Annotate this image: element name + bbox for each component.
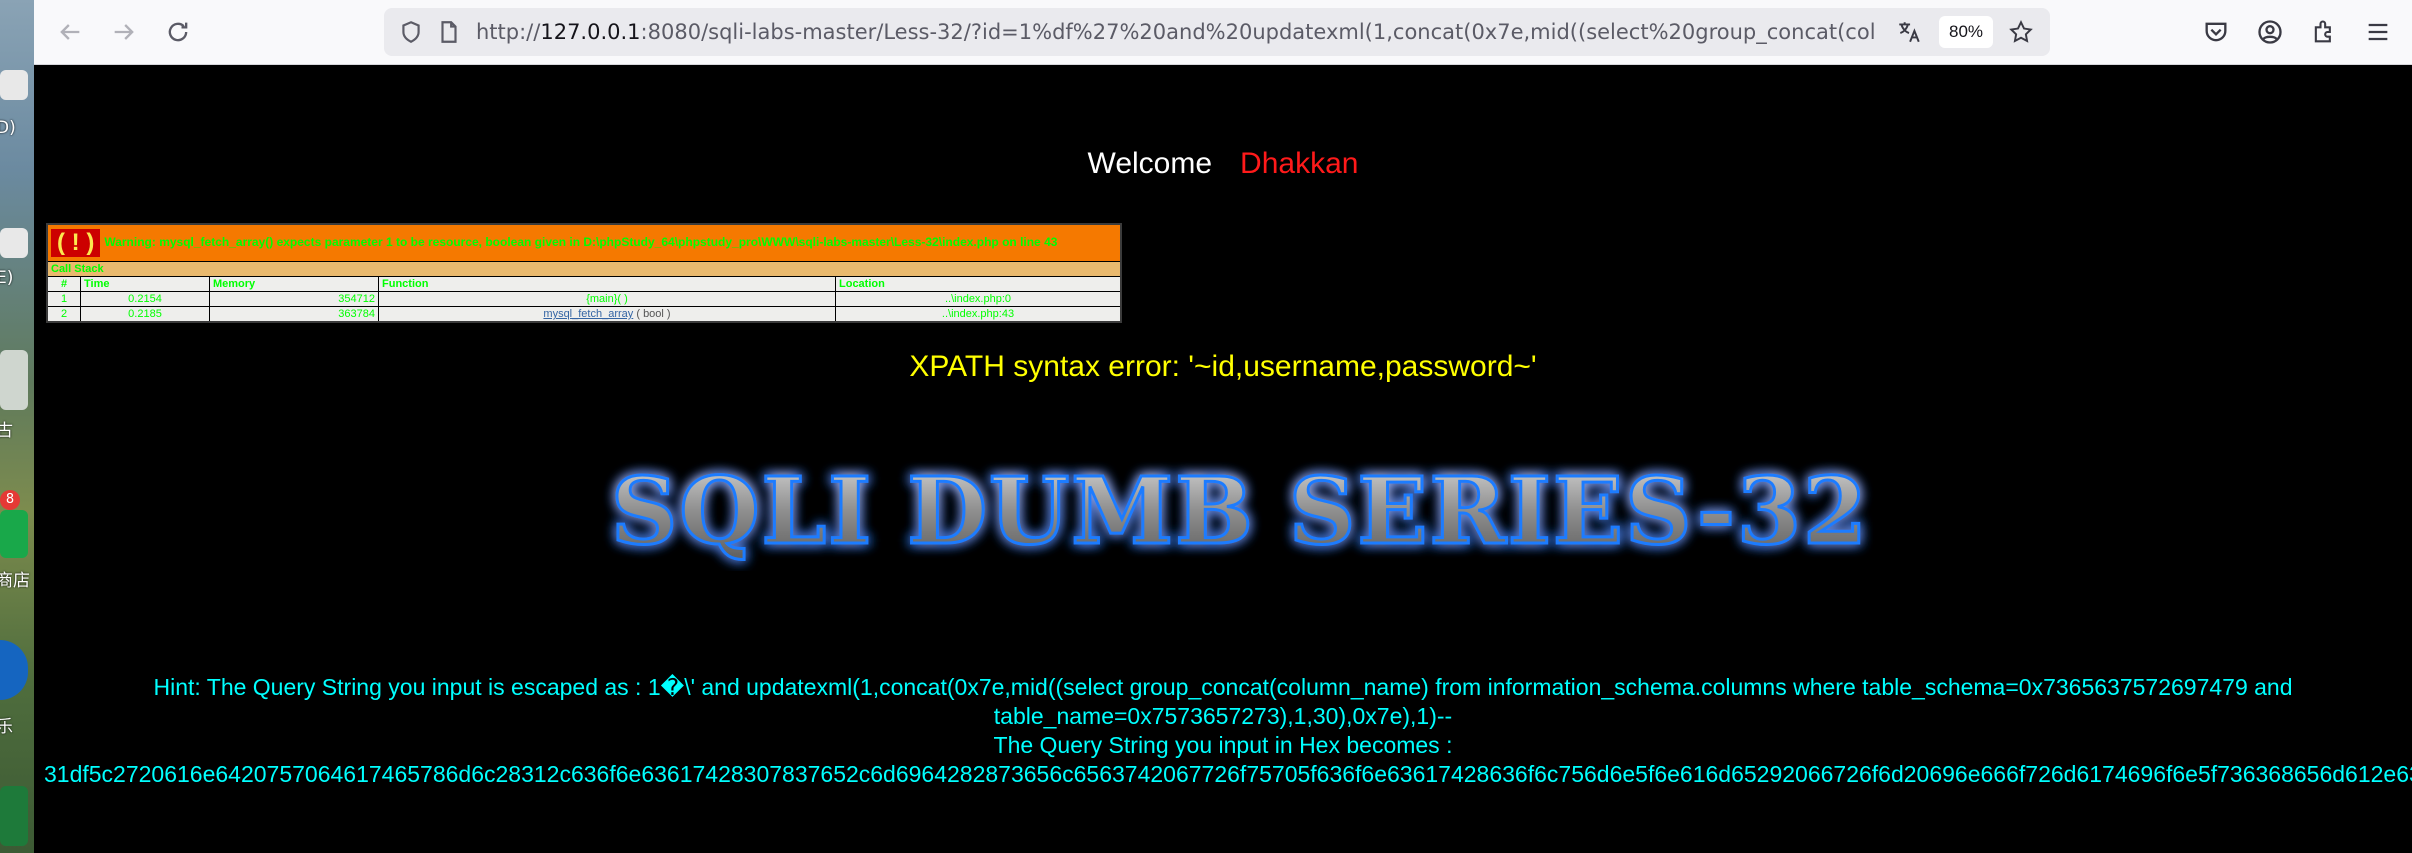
xdebug-error-table: ( ! ) Warning: mysql_fetch_array() expect… — [46, 223, 1122, 323]
xpath-error-message: XPATH syntax error: '~id,username,passwo… — [909, 350, 1537, 383]
series-banner-image: SQLI DUMB SERIES-32 — [609, 456, 1869, 567]
browser-toolbar: http://127.0.0.1:8080/sqli-labs-master/L… — [34, 0, 2412, 65]
reload-button[interactable] — [160, 14, 196, 50]
row-number: 1 — [46, 291, 81, 307]
function-arg: ( bool ) — [636, 308, 671, 320]
menu-icon[interactable] — [2364, 18, 2392, 46]
desktop-background: D) E) 古 8 商店 乐 — [0, 0, 34, 853]
extensions-icon[interactable] — [2310, 18, 2338, 46]
desktop-app-icon[interactable] — [0, 786, 28, 846]
desktop-shortcut-icon[interactable] — [0, 350, 28, 410]
row-time: 0.2154 — [80, 291, 210, 307]
welcome-text: Welcome — [1087, 147, 1213, 180]
notification-badge: 8 — [0, 490, 20, 510]
table-header-row: # Time Memory Function Location — [46, 276, 1122, 292]
row-time: 0.2185 — [80, 306, 210, 323]
desktop-file-icon[interactable] — [0, 228, 28, 258]
desktop-label: D) — [0, 118, 16, 138]
url-path: :8080/sqli-labs-master/Less-32/?id=1%df%… — [640, 20, 1876, 44]
row-location: ..\index.php:43 — [835, 306, 1122, 323]
warning-icon: ( ! ) — [51, 229, 101, 257]
row-memory: 363784 — [209, 306, 379, 323]
back-arrow-icon — [60, 24, 80, 40]
warning-header: ( ! ) Warning: mysql_fetch_array() expect… — [46, 223, 1122, 262]
reload-icon — [168, 22, 188, 42]
music-app-icon[interactable] — [0, 640, 28, 700]
store-app-icon[interactable] — [0, 510, 28, 558]
call-stack-label: Call Stack — [46, 261, 1122, 277]
hint-line: table_name=0x7573657273),1,30),0x7e),1)-… — [993, 703, 1453, 729]
desktop-label: 商店 — [0, 571, 30, 591]
account-icon[interactable] — [2256, 18, 2284, 46]
back-button[interactable] — [52, 14, 88, 50]
column-header: Time — [80, 276, 210, 292]
column-header: Memory — [209, 276, 379, 292]
url-text[interactable]: http://127.0.0.1:8080/sqli-labs-master/L… — [476, 8, 1876, 56]
column-header: Location — [835, 276, 1122, 292]
desktop-label: E) — [0, 268, 14, 288]
zoom-level-button[interactable]: 80% — [1939, 16, 1994, 48]
bookmark-star-icon[interactable] — [2008, 19, 2034, 45]
row-memory: 354712 — [209, 291, 379, 307]
row-function: mysql_fetch_array ( bool ) — [378, 306, 836, 323]
desktop-label: 乐 — [0, 717, 13, 737]
page-content: Welcome Dhakkan ( ! ) Warning: mysql_fetch… — [34, 65, 2412, 853]
pocket-icon[interactable] — [2202, 18, 2230, 46]
column-header: # — [46, 276, 81, 292]
welcome-line: Welcome Dhakkan — [34, 147, 2412, 181]
warning-message: Warning: mysql_fetch_array() expects par… — [104, 235, 1058, 250]
desktop-label: 古 — [0, 421, 13, 441]
shield-icon[interactable] — [398, 19, 424, 45]
url-scheme: http:// — [476, 20, 541, 44]
hint-line: Hint: The Query String you input is esca… — [153, 674, 2293, 700]
row-function: {main}( ) — [378, 291, 836, 307]
hint-block: Hint: The Query String you input is esca… — [34, 673, 2412, 760]
table-row: 2 0.2185 363784 mysql_fetch_array ( bool… — [46, 306, 1122, 323]
column-header: Function — [378, 276, 836, 292]
forward-arrow-icon — [114, 24, 134, 40]
hex-label: The Query String you input in Hex become… — [993, 732, 1453, 758]
page-info-icon[interactable] — [436, 19, 462, 45]
address-bar[interactable]: http://127.0.0.1:8080/sqli-labs-master/L… — [384, 8, 2050, 56]
function-doc-link[interactable]: mysql_fetch_array — [543, 308, 633, 320]
hex-value: 31df5c2720616e6420757064617465786d6c2831… — [44, 761, 2412, 787]
user-name: Dhakkan — [1240, 147, 1359, 180]
table-row: 1 0.2154 354712 {main}( ) ..\index.php:0 — [46, 291, 1122, 307]
url-host: 127.0.0.1 — [540, 20, 641, 44]
forward-button[interactable] — [106, 14, 142, 50]
banner-text: SQLI DUMB SERIES-32 — [611, 457, 1869, 565]
translate-icon[interactable] — [1896, 19, 1922, 45]
row-number: 2 — [46, 306, 81, 323]
row-location: ..\index.php:0 — [835, 291, 1122, 307]
desktop-file-icon[interactable] — [0, 70, 28, 100]
